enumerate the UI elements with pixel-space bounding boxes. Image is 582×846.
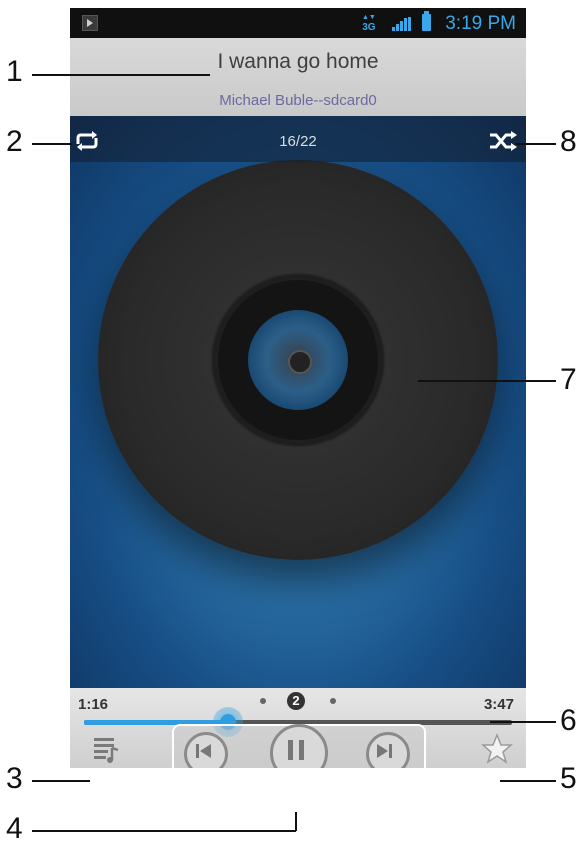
callout-1: 1 (6, 55, 23, 88)
vinyl-record (98, 160, 498, 560)
music-player-screen: ▲▼ 3G 3:19 PM I wanna go home Michael Bu… (70, 8, 526, 768)
callout-4: 4 (6, 812, 23, 845)
star-icon[interactable] (480, 732, 514, 766)
next-icon[interactable] (366, 732, 410, 768)
callout-6: 6 (560, 704, 577, 737)
callout-vline-4 (295, 812, 297, 831)
album-art-area[interactable]: 16/22 (70, 116, 526, 688)
callout-line-5 (500, 780, 556, 782)
bottom-bar (70, 724, 526, 768)
callout-3: 3 (6, 762, 23, 795)
callout-line-4 (32, 830, 296, 832)
callout-line-8 (516, 143, 556, 145)
callout-line-2 (32, 143, 72, 145)
artist-source: Michael Buble--sdcard0 (219, 92, 377, 109)
total-time: 3:47 (483, 696, 514, 713)
record-spindle (288, 350, 312, 374)
current-time: 1:16 (78, 696, 109, 713)
previous-icon[interactable] (184, 732, 228, 768)
play-notification-icon (82, 15, 98, 31)
track-count: 16/22 (279, 133, 317, 150)
signal-icon (392, 17, 412, 31)
transport-controls (172, 724, 426, 768)
song-title: I wanna go home (217, 50, 379, 73)
callout-2: 2 (6, 125, 23, 158)
page-indicator[interactable]: 2 (260, 692, 340, 712)
network-type: ▲▼ 3G (362, 14, 376, 33)
callout-line-7 (418, 380, 556, 382)
battery-icon (422, 11, 431, 31)
pause-icon[interactable] (270, 724, 328, 768)
callout-7: 7 (560, 363, 577, 396)
callout-5: 5 (560, 762, 577, 795)
callout-8: 8 (560, 125, 577, 158)
song-info-header: I wanna go home Michael Buble--sdcard0 (70, 38, 526, 116)
callout-line-3 (32, 780, 90, 782)
status-bar: ▲▼ 3G 3:19 PM (70, 8, 526, 38)
callout-line-6 (490, 721, 556, 723)
status-time: 3:19 PM (445, 13, 516, 34)
playlist-icon[interactable] (90, 728, 124, 768)
shuffle-icon[interactable] (486, 126, 520, 156)
callout-line-1 (32, 74, 210, 76)
page-indicator-current: 2 (287, 692, 305, 710)
